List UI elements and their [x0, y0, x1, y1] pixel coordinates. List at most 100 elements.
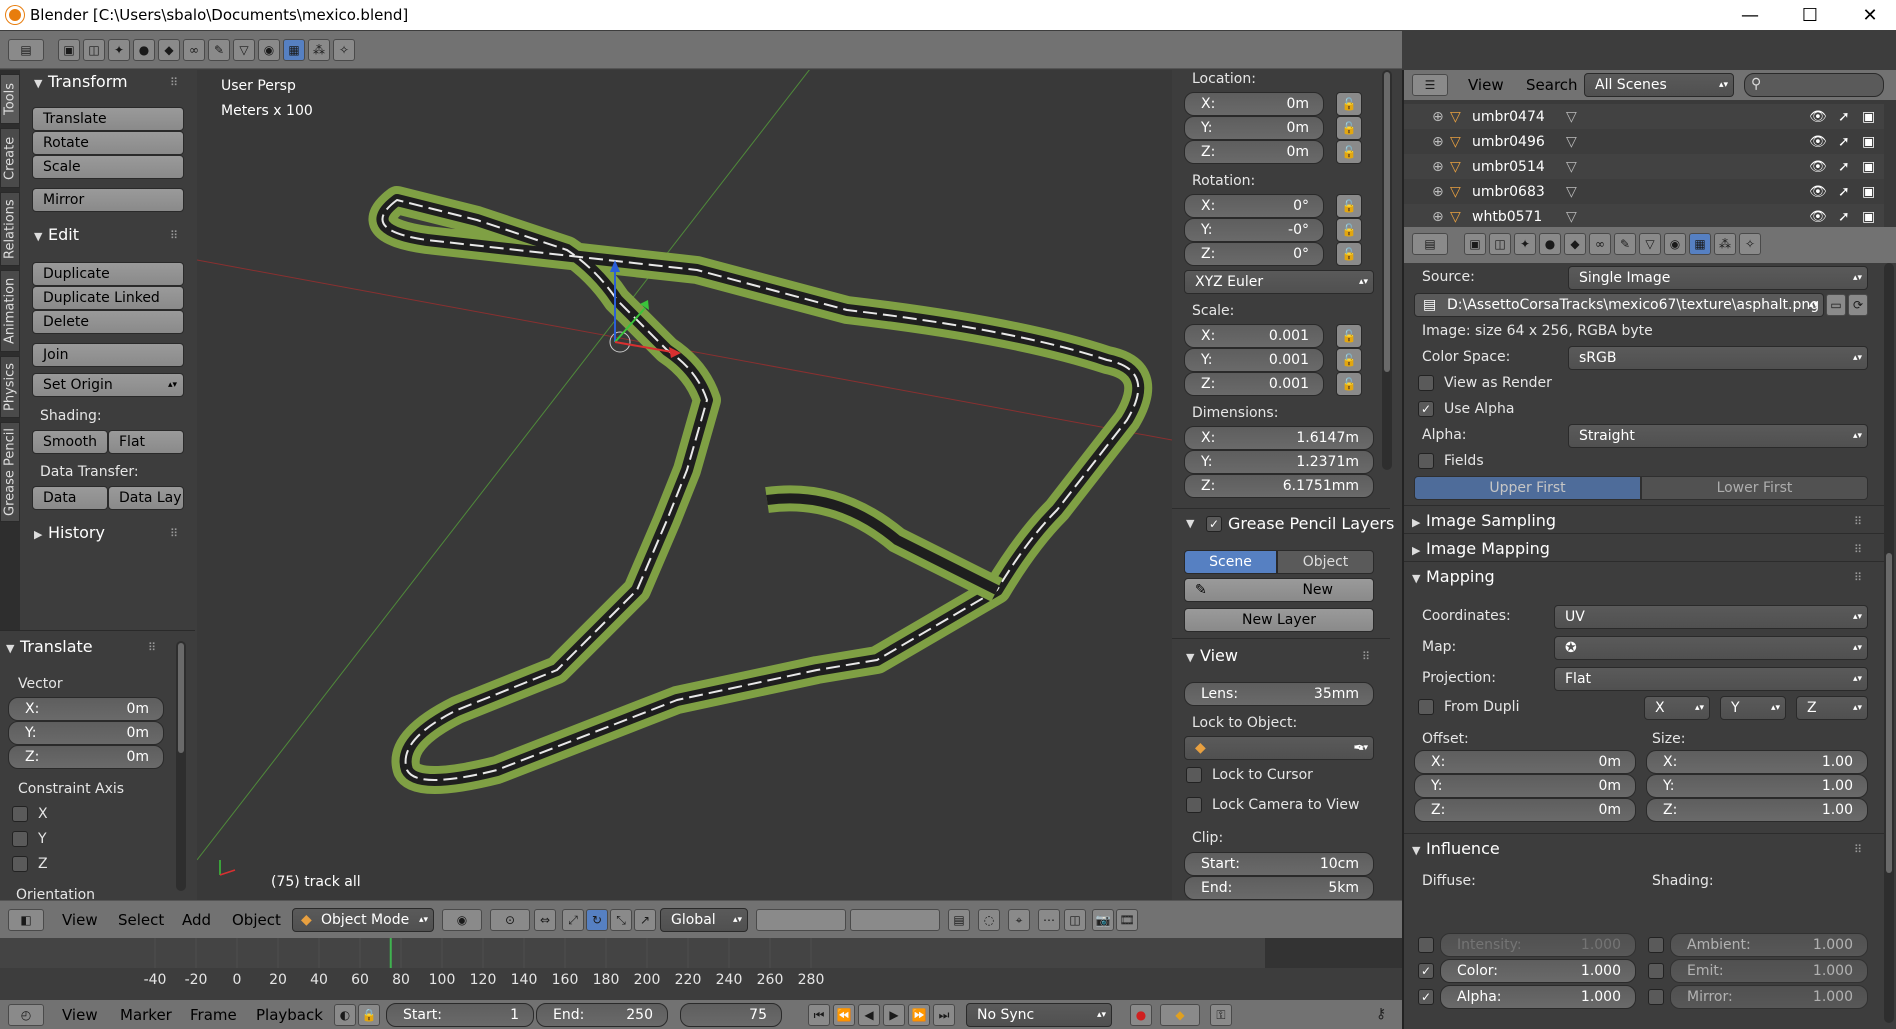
mapping-header[interactable]: ▼ Mapping [1412, 567, 1495, 586]
grease-pencil-header[interactable]: ▼ ✓ Grease Pencil Layers [1186, 514, 1394, 533]
lock-icon[interactable]: 🔓 [1336, 116, 1362, 140]
proportional-icon[interactable]: ◌ [978, 909, 1000, 931]
menu-marker[interactable]: Marker [120, 1006, 172, 1024]
edit-header[interactable]: ▼ Edit [34, 225, 79, 244]
vector-z-field[interactable]: Z: 0m [8, 745, 164, 769]
editor-type-icon[interactable]: ▤ [1412, 233, 1448, 255]
select-arrow-icon[interactable]: ➚ [1838, 209, 1850, 225]
drag-handle-icon[interactable]: ⠿ [148, 641, 157, 654]
join-button[interactable]: Join [32, 343, 184, 367]
menu-object[interactable]: Object [232, 911, 281, 929]
render-icon[interactable]: ▣ [1464, 233, 1486, 255]
checkbox-icon[interactable] [12, 806, 28, 822]
lower-first-toggle[interactable]: Lower First [1641, 476, 1868, 500]
render-camera-icon[interactable]: ▣ [1862, 159, 1875, 175]
orientation-dropdown[interactable]: Global [660, 908, 748, 932]
render-camera-icon[interactable]: ▣ [1862, 134, 1875, 150]
location-z-field[interactable]: Z: 0m [1184, 140, 1324, 164]
outliner-row-label[interactable]: umbr0496 [1472, 134, 1552, 150]
manipulator-icon[interactable]: ⇔ [534, 909, 556, 931]
delete-button[interactable]: Delete [32, 310, 184, 334]
timeline[interactable]: -40 -20 0 20 40 60 80 100 120 140 160 180 200 220 240 2… [0, 938, 1402, 1000]
jump-end-icon[interactable]: ⏭ [933, 1004, 955, 1026]
vector-x-field[interactable]: X: 0m [8, 697, 164, 721]
object-icon[interactable]: ◆ [158, 39, 180, 61]
visibility-icon[interactable]: 👁 [1809, 209, 1827, 225]
render-camera-icon[interactable]: ▣ [1862, 184, 1875, 200]
lock-object-field[interactable]: ◆ ✒ [1184, 736, 1374, 760]
outliner-row[interactable]: ⊕ ▽ whtb0571 ▽ 👁 ➚ ▣ [1404, 204, 1884, 229]
lens-field[interactable]: Lens: 35mm [1184, 682, 1374, 706]
checkbox-icon[interactable]: ✓ [1418, 401, 1434, 417]
location-y-field[interactable]: Y: 0m [1184, 116, 1324, 140]
outliner-row-label[interactable]: whtb0571 [1472, 209, 1552, 225]
editor-type-icon[interactable]: ◴ [8, 1004, 44, 1026]
editor-type-icon[interactable]: ▤ [8, 39, 44, 61]
pivot-point-icon[interactable]: ⊙ [490, 909, 530, 931]
outliner-row[interactable]: ⊕ ▽ umbr0514 ▽ 👁 ➚ ▣ [1404, 154, 1884, 179]
drag-handle-icon[interactable]: ⠿ [1854, 543, 1863, 556]
manip-icon[interactable]: ↗ [634, 909, 656, 931]
color-space-dropdown[interactable]: sRGB [1568, 346, 1868, 370]
translate-button[interactable]: Translate [32, 107, 184, 131]
mesh-data-icon[interactable]: ▽ [1566, 159, 1577, 175]
duplicate-linked-button[interactable]: Duplicate Linked [32, 286, 184, 310]
operator-header[interactable]: ▼ Translate [6, 637, 93, 656]
lock-icon[interactable]: 🔓 [1336, 218, 1362, 242]
scale-manip-icon[interactable]: ⤡ [610, 909, 632, 931]
expand-icon[interactable]: ⊕ [1432, 109, 1450, 125]
mesh-data-icon[interactable]: ▽ [1566, 184, 1577, 200]
render-preview-icon[interactable]: 📷 [1092, 909, 1114, 931]
next-keyframe-icon[interactable]: ⏩ [908, 1004, 930, 1026]
snap-element-icon[interactable]: ⋯ [1038, 909, 1060, 931]
coordinates-dropdown[interactable]: UV [1554, 605, 1868, 629]
visibility-icon[interactable]: 👁 [1809, 184, 1827, 200]
emit-field[interactable]: Emit: 1.000 [1670, 959, 1868, 983]
scenes-dropdown[interactable]: All Scenes [1584, 73, 1734, 97]
checkbox-icon[interactable] [1648, 963, 1664, 979]
material-icon[interactable]: ◉ [258, 39, 280, 61]
alpha-influence-field[interactable]: Alpha: 1.000 [1440, 985, 1636, 1009]
gp-new-button[interactable]: ✎ New [1184, 578, 1374, 602]
color-influence-field[interactable]: Color: 1.000 [1440, 959, 1636, 983]
dimension-y-field[interactable]: Y: 1.2371m [1184, 450, 1374, 474]
editor-type-icon[interactable]: ☰ [1412, 74, 1448, 96]
lock-icon[interactable]: 🔓 [1336, 348, 1362, 372]
proj-z-dropdown[interactable]: Z [1796, 696, 1868, 720]
rotate-button[interactable]: Rotate [32, 131, 184, 155]
select-arrow-icon[interactable]: ➚ [1838, 109, 1850, 125]
checkbox-icon[interactable] [1418, 453, 1434, 469]
expand-icon[interactable]: ⊕ [1432, 134, 1450, 150]
projection-dropdown[interactable]: Flat [1554, 667, 1868, 691]
checkbox-icon[interactable]: ✓ [1418, 963, 1434, 979]
checkbox-icon[interactable] [1648, 937, 1664, 953]
tab-animation[interactable]: Animation [0, 270, 20, 352]
shading-mode-icon[interactable]: ◉ [442, 909, 482, 931]
dimension-x-field[interactable]: X: 1.6147m [1184, 426, 1374, 450]
visibility-icon[interactable]: 👁 [1809, 109, 1827, 125]
particles-icon[interactable]: ⁂ [308, 39, 330, 61]
material-icon[interactable]: ◉ [1664, 233, 1686, 255]
size-x-field[interactable]: X: 1.00 [1646, 750, 1868, 774]
mirror-field[interactable]: Mirror: 1.000 [1670, 985, 1868, 1009]
mode-dropdown[interactable]: ◆ Object Mode [292, 908, 434, 932]
history-header[interactable]: ▶ History [34, 523, 105, 542]
tab-tools[interactable]: Tools [0, 74, 20, 124]
constraint-y[interactable]: Y [12, 831, 47, 847]
influence-header[interactable]: ▼ Influence [1412, 839, 1500, 858]
rotation-mode-dropdown[interactable]: XYZ Euler [1184, 270, 1374, 294]
properties-scrollbar[interactable] [1884, 263, 1894, 1023]
checkbox-icon[interactable] [1648, 989, 1664, 1005]
outliner-row-label[interactable]: umbr0474 [1472, 109, 1552, 125]
data-button[interactable]: Data [32, 486, 108, 510]
maximize-button[interactable]: ☐ [1790, 2, 1830, 28]
sync-dropdown[interactable]: No Sync [966, 1003, 1112, 1027]
scale-button[interactable]: Scale [32, 155, 184, 179]
scale-y-field[interactable]: Y: 0.001 [1184, 348, 1324, 372]
clip-start-field[interactable]: Start: 10cm [1184, 852, 1374, 876]
layers-icon[interactable]: ◫ [83, 39, 105, 61]
end-frame-field[interactable]: End: 250 [536, 1003, 668, 1027]
from-dupli-checkbox[interactable]: From Dupli [1418, 699, 1519, 715]
drag-handle-icon[interactable]: ⠿ [170, 527, 179, 540]
select-arrow-icon[interactable]: ➚ [1838, 184, 1850, 200]
